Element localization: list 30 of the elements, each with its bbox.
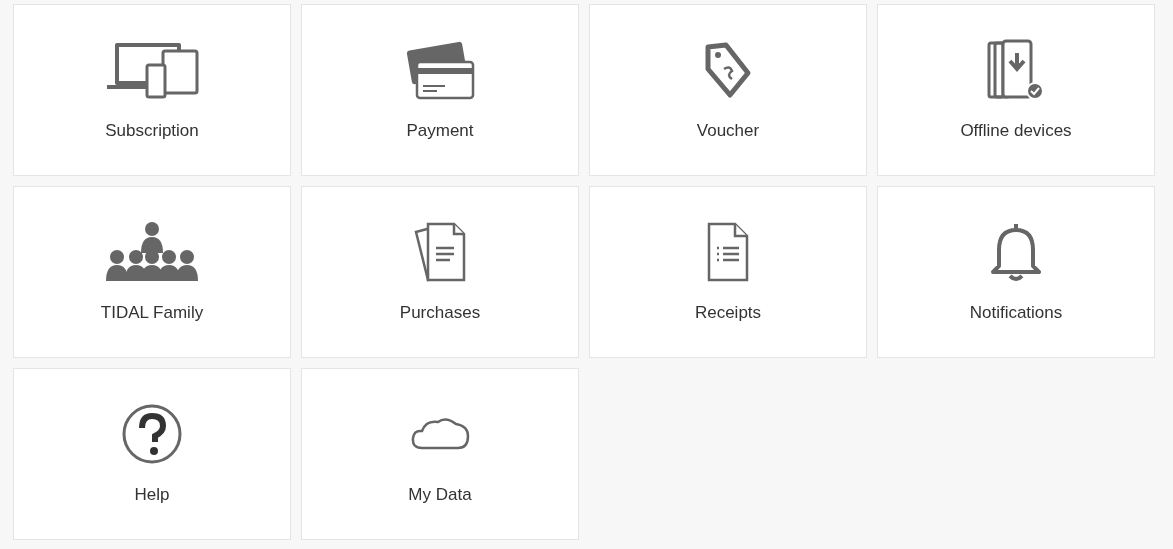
tile-label: Payment	[406, 121, 474, 141]
account-tile[interactable]: TIDAL Family	[13, 186, 291, 358]
help-icon	[122, 404, 182, 464]
tile-label: Help	[134, 485, 170, 505]
phone-download-icon	[987, 39, 1045, 101]
document-list-icon	[707, 222, 749, 282]
tile-label: Subscription	[105, 121, 199, 141]
documents-icon	[414, 222, 466, 282]
account-tile[interactable]: Voucher	[589, 4, 867, 176]
account-tile[interactable]: My Data	[301, 368, 579, 540]
tile-label: Purchases	[399, 303, 481, 323]
price-tag-icon	[704, 41, 752, 99]
account-tile[interactable]: Offline devices	[877, 4, 1155, 176]
account-tile[interactable]: Payment	[301, 4, 579, 176]
credit-cards-icon	[405, 40, 475, 100]
account-tile[interactable]: Purchases	[301, 186, 579, 358]
people-group-icon	[105, 221, 199, 283]
account-tile[interactable]: Subscription	[13, 4, 291, 176]
tile-label: Notifications	[969, 303, 1063, 323]
tile-label: Offline devices	[960, 121, 1072, 141]
tile-label: TIDAL Family	[100, 303, 204, 323]
account-tile[interactable]: Receipts	[589, 186, 867, 358]
account-tile[interactable]: Help	[13, 368, 291, 540]
cloud-icon	[410, 418, 470, 450]
tile-label: Voucher	[696, 121, 760, 141]
account-tile[interactable]: Notifications	[877, 186, 1155, 358]
tile-label: My Data	[408, 485, 472, 505]
tile-label: Receipts	[694, 303, 762, 323]
bell-icon	[991, 222, 1041, 282]
devices-icon	[105, 41, 199, 99]
